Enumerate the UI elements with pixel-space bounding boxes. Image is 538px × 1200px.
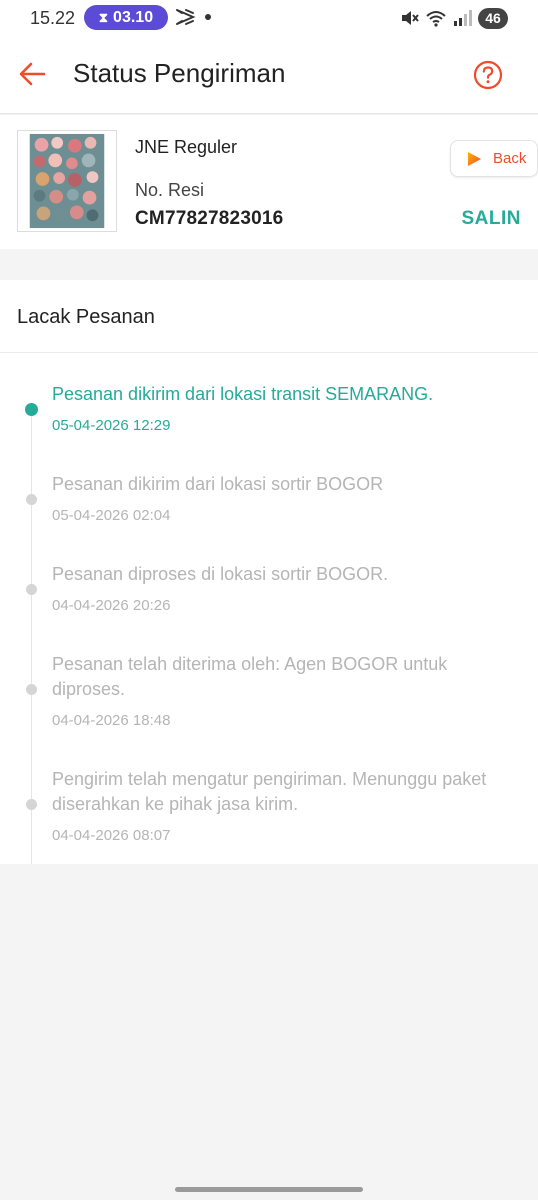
gesture-nav-handle[interactable]	[175, 1187, 363, 1192]
capcut-icon	[176, 9, 196, 25]
mute-icon	[402, 11, 419, 25]
timeline-dot	[26, 684, 37, 695]
page-title: Status Pengiriman	[73, 58, 286, 88]
resi-number: CM77827823016	[135, 208, 284, 229]
arrow-left-icon[interactable]	[14, 56, 50, 92]
event-description: Pesanan dikirim dari lokasi transit SEMA…	[52, 384, 434, 404]
wifi-icon	[426, 11, 446, 27]
event-time: 04-04-2026 20:26	[52, 597, 171, 614]
event-time: 05-04-2026 12:29	[52, 417, 171, 434]
app-header: Status Pengiriman	[0, 36, 538, 114]
courier-name: JNE Reguler	[135, 137, 238, 157]
signal-icon	[454, 10, 472, 26]
timeline-dot-active	[25, 403, 38, 416]
event-time: 04-04-2026 18:48	[52, 712, 171, 729]
event-time: 05-04-2026 02:04	[52, 507, 171, 524]
product-thumbnail[interactable]	[17, 130, 117, 232]
tracking-heading: Lacak Pesanan	[17, 306, 155, 328]
timeline-dot	[26, 799, 37, 810]
back-button-label: Back	[493, 150, 527, 167]
event-time: 04-04-2026 08:07	[52, 827, 171, 844]
status-icons: 46	[400, 7, 508, 29]
status-time: 15.22	[30, 8, 76, 28]
event-description: Pesanan dikirim dari lokasi sortir BOGOR	[52, 474, 384, 494]
notification-dot-icon	[205, 14, 211, 20]
timer-value: 03.10	[113, 8, 154, 26]
question-circle-icon[interactable]	[472, 59, 504, 91]
event-description: Pesanan diproses di lokasi sortir BOGOR.	[52, 564, 389, 584]
status-bar: 15.22 ⧗ 03.10 46	[0, 0, 538, 36]
timeline-dot	[26, 494, 37, 505]
divider	[0, 352, 538, 353]
hourglass-icon: ⧗	[98, 9, 109, 25]
battery-indicator: 46	[478, 7, 508, 29]
timeline-line	[31, 410, 32, 864]
event-description: Pesanan telah diterima oleh: Agen BOGOR …	[52, 654, 448, 699]
copy-button[interactable]: SALIN	[462, 208, 522, 230]
resi-label: No. Resi	[135, 180, 205, 200]
play-icon	[468, 151, 481, 166]
tracking-section: Lacak Pesanan Pesanan dikirim dari lokas…	[0, 280, 538, 864]
event-description: Pengirim telah mengatur pengiriman. Menu…	[52, 769, 487, 814]
timer-pill: ⧗ 03.10	[84, 5, 168, 30]
shipment-card: JNE Reguler No. Resi CM77827823016 Back …	[0, 115, 538, 249]
timeline-dot	[26, 584, 37, 595]
back-button[interactable]: Back	[450, 140, 538, 177]
